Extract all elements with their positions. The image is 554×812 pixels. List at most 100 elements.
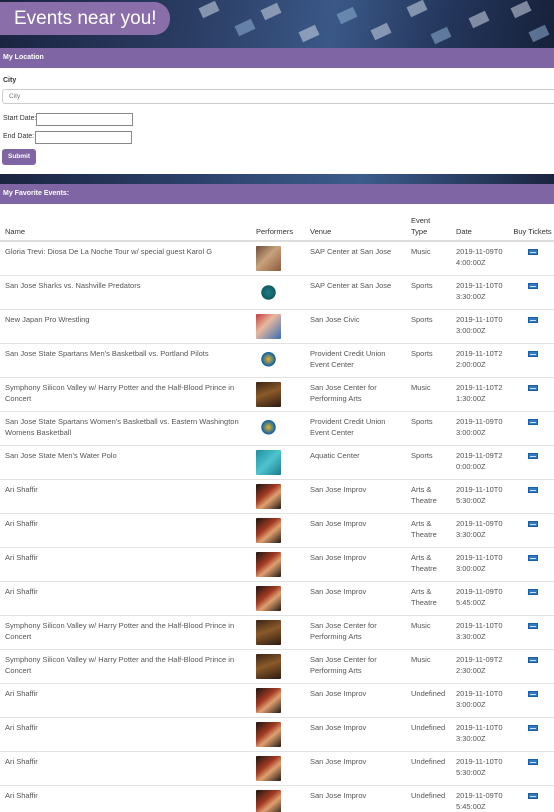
ticket-icon[interactable] <box>527 656 538 663</box>
ticket-icon[interactable] <box>527 690 538 697</box>
event-name: Ari Shaffir <box>0 512 254 547</box>
ticket-icon[interactable] <box>527 486 538 493</box>
shark-logo-icon <box>256 279 281 305</box>
ticket-icon[interactable] <box>527 588 538 595</box>
event-type: Music <box>406 648 451 683</box>
event-date: 2019-11-09T20:00:00Z <box>451 444 511 479</box>
event-type: Undefined <box>406 716 451 751</box>
submit-button[interactable]: Submit <box>2 149 36 165</box>
event-type: Sports <box>406 308 451 343</box>
event-type: Music <box>406 614 451 649</box>
comedian-photo-icon <box>256 483 281 509</box>
comedian-photo-icon <box>256 789 281 812</box>
orchestra-photo-icon <box>256 653 281 679</box>
ticket-icon[interactable] <box>527 282 538 289</box>
ticket-icon[interactable] <box>527 758 538 765</box>
comedian-photo-icon <box>256 755 281 781</box>
event-type: Arts & Theatre <box>406 546 451 581</box>
ticket-icon[interactable] <box>527 622 538 629</box>
event-date: 2019-11-10T03:30:00Z <box>451 614 511 649</box>
performer-cell <box>254 342 305 377</box>
ticket-icon[interactable] <box>527 418 538 425</box>
event-type: Sports <box>406 342 451 377</box>
event-date: 2019-11-10T03:00:00Z <box>451 546 511 581</box>
confetti-decoration <box>510 0 532 19</box>
event-venue: San Jose Civic <box>305 308 406 343</box>
event-venue: San Jose Center for Performing Arts <box>305 614 406 649</box>
performer-cell <box>254 716 305 751</box>
spartan-logo-icon <box>256 415 281 441</box>
confetti-decoration <box>198 0 220 19</box>
event-name: Ari Shaffir <box>0 478 254 513</box>
performer-cell <box>254 614 305 649</box>
event-date: 2019-11-10T05:30:00Z <box>451 750 511 785</box>
buy-tickets-cell <box>511 784 554 812</box>
ticket-icon[interactable] <box>527 249 538 255</box>
ticket-icon[interactable] <box>527 350 538 357</box>
buy-tickets-cell <box>511 614 554 649</box>
event-venue: San Jose Center for Performing Arts <box>305 648 406 683</box>
event-venue: San Jose Improv <box>305 580 406 615</box>
event-date: 2019-11-10T03:30:00Z <box>451 716 511 751</box>
event-type: Undefined <box>406 784 451 812</box>
event-type: Arts & Theatre <box>406 478 451 513</box>
table-row: Symphony Silicon Valley w/ Harry Potter … <box>0 376 554 411</box>
event-venue: San Jose Improv <box>305 682 406 717</box>
event-date: 2019-11-10T03:00:00Z <box>451 682 511 717</box>
event-venue: San Jose Improv <box>305 478 406 513</box>
table-row: San Jose State Spartans Women's Basketba… <box>0 410 554 445</box>
ticket-icon[interactable] <box>527 554 538 561</box>
confetti-decoration <box>468 10 490 29</box>
event-venue: San Jose Center for Performing Arts <box>305 376 406 411</box>
event-name: Ari Shaffir <box>0 784 254 812</box>
event-venue: San Jose Improv <box>305 546 406 581</box>
ticket-icon[interactable] <box>527 520 538 527</box>
event-name: Ari Shaffir <box>0 580 254 615</box>
event-date: 2019-11-09T05:45:00Z <box>451 580 511 615</box>
buy-tickets-cell <box>511 716 554 751</box>
performer-cell <box>254 410 305 445</box>
event-date: 2019-11-10T21:30:00Z <box>451 376 511 411</box>
buy-tickets-cell <box>511 580 554 615</box>
location-section-header: My Location <box>0 48 554 68</box>
comedian-photo-icon <box>256 585 281 611</box>
ticket-icon[interactable] <box>527 724 538 731</box>
event-date: 2019-11-10T03:30:00Z <box>451 274 511 309</box>
confetti-decoration <box>406 0 428 18</box>
event-date: 2019-11-09T22:30:00Z <box>451 648 511 683</box>
event-name: Ari Shaffir <box>0 750 254 785</box>
performer-cell <box>254 444 305 479</box>
event-name: Ari Shaffir <box>0 716 254 751</box>
start-date-input[interactable] <box>36 113 133 126</box>
start-date-label: Start Date: <box>3 115 37 122</box>
ticket-icon[interactable] <box>527 316 538 323</box>
comedian-photo-icon <box>256 551 281 577</box>
column-header-name: Name <box>0 205 254 242</box>
performer-cell <box>254 784 305 812</box>
buy-tickets-cell <box>511 308 554 343</box>
page-title: Events near you! <box>0 2 170 35</box>
orchestra-photo-icon <box>256 381 281 407</box>
confetti-decoration <box>260 2 282 21</box>
ticket-icon[interactable] <box>527 792 538 799</box>
event-date: 2019-11-09T03:00:00Z <box>451 410 511 445</box>
table-row: San Jose Sharks vs. Nashville Predators S… <box>0 274 554 309</box>
column-header-buy-tickets: Buy Tickets <box>511 205 554 242</box>
event-type: Music <box>406 376 451 411</box>
column-header-event-type: Event Type <box>406 205 451 242</box>
performer-cell <box>254 750 305 785</box>
end-date-input[interactable] <box>35 131 132 144</box>
ticket-icon[interactable] <box>527 452 538 459</box>
ticket-icon[interactable] <box>527 384 538 391</box>
performer-cell <box>254 682 305 717</box>
city-input[interactable] <box>2 89 554 104</box>
confetti-decoration <box>430 26 452 45</box>
performer-cell <box>254 648 305 683</box>
buy-tickets-cell <box>511 342 554 377</box>
event-venue: SAP Center at San Jose <box>305 274 406 309</box>
table-row: Ari Shaffir San Jose Improv Undefined 2019-… <box>0 750 554 785</box>
performer-cell <box>254 478 305 513</box>
event-date: 2019-11-09T03:30:00Z <box>451 512 511 547</box>
event-date: 2019-11-10T03:00:00Z <box>451 308 511 343</box>
divider-banner <box>0 174 554 184</box>
